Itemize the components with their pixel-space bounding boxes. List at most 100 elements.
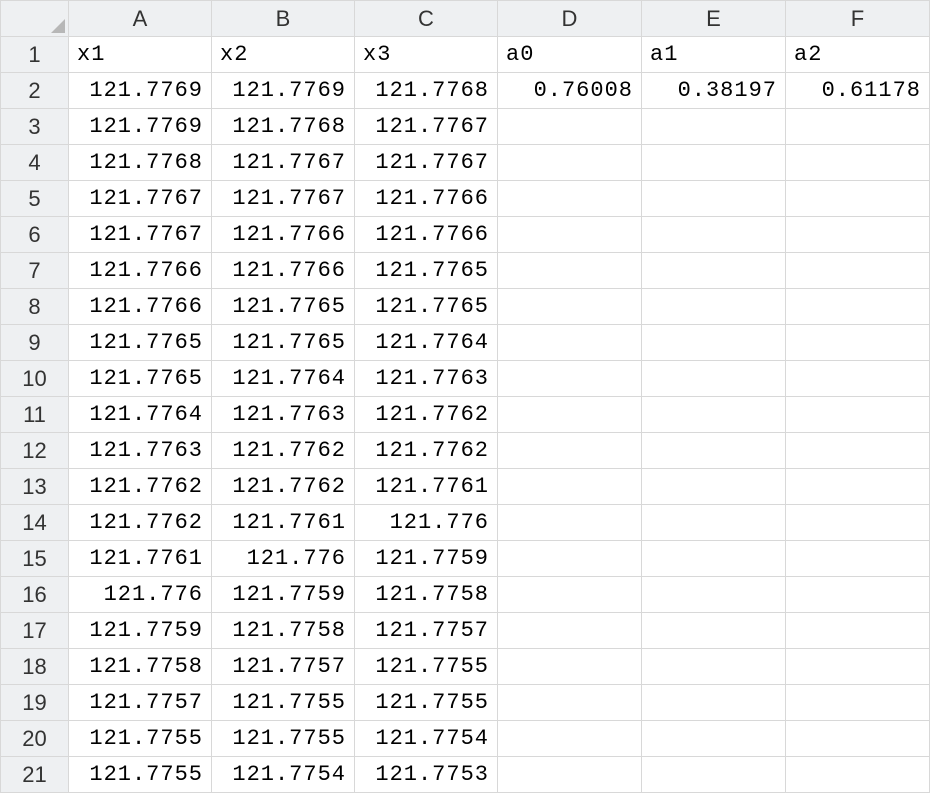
cell-D8[interactable] — [498, 289, 642, 325]
select-all-corner[interactable] — [1, 1, 69, 37]
cell-F19[interactable] — [786, 685, 930, 721]
row-header-8[interactable]: 8 — [1, 289, 69, 325]
cell-F2[interactable]: 0.61178 — [786, 73, 930, 109]
cell-F11[interactable] — [786, 397, 930, 433]
cell-E16[interactable] — [642, 577, 786, 613]
cell-A8[interactable]: 121.7766 — [69, 289, 212, 325]
cell-C10[interactable]: 121.7763 — [355, 361, 498, 397]
row-header-6[interactable]: 6 — [1, 217, 69, 253]
cell-E9[interactable] — [642, 325, 786, 361]
cell-E5[interactable] — [642, 181, 786, 217]
column-header-A[interactable]: A — [69, 1, 212, 37]
cell-D19[interactable] — [498, 685, 642, 721]
column-header-D[interactable]: D — [498, 1, 642, 37]
cell-B6[interactable]: 121.7766 — [212, 217, 355, 253]
row-header-10[interactable]: 10 — [1, 361, 69, 397]
cell-D13[interactable] — [498, 469, 642, 505]
cell-E10[interactable] — [642, 361, 786, 397]
cell-F15[interactable] — [786, 541, 930, 577]
cell-C18[interactable]: 121.7755 — [355, 649, 498, 685]
cell-B16[interactable]: 121.7759 — [212, 577, 355, 613]
cell-B10[interactable]: 121.7764 — [212, 361, 355, 397]
cell-B12[interactable]: 121.7762 — [212, 433, 355, 469]
cell-A14[interactable]: 121.7762 — [69, 505, 212, 541]
cell-D5[interactable] — [498, 181, 642, 217]
cell-F10[interactable] — [786, 361, 930, 397]
cell-E14[interactable] — [642, 505, 786, 541]
row-header-17[interactable]: 17 — [1, 613, 69, 649]
cell-E15[interactable] — [642, 541, 786, 577]
cell-A21[interactable]: 121.7755 — [69, 757, 212, 793]
cell-D17[interactable] — [498, 613, 642, 649]
row-header-19[interactable]: 19 — [1, 685, 69, 721]
cell-C20[interactable]: 121.7754 — [355, 721, 498, 757]
cell-E21[interactable] — [642, 757, 786, 793]
row-header-2[interactable]: 2 — [1, 73, 69, 109]
cell-F4[interactable] — [786, 145, 930, 181]
cell-F3[interactable] — [786, 109, 930, 145]
cell-B14[interactable]: 121.7761 — [212, 505, 355, 541]
cell-D20[interactable] — [498, 721, 642, 757]
cell-E3[interactable] — [642, 109, 786, 145]
cell-F17[interactable] — [786, 613, 930, 649]
cell-F13[interactable] — [786, 469, 930, 505]
cell-A12[interactable]: 121.7763 — [69, 433, 212, 469]
cell-F6[interactable] — [786, 217, 930, 253]
cell-F1[interactable]: a2 — [786, 37, 930, 73]
cell-C12[interactable]: 121.7762 — [355, 433, 498, 469]
cell-E12[interactable] — [642, 433, 786, 469]
cell-B5[interactable]: 121.7767 — [212, 181, 355, 217]
cell-E19[interactable] — [642, 685, 786, 721]
cell-F5[interactable] — [786, 181, 930, 217]
cell-B7[interactable]: 121.7766 — [212, 253, 355, 289]
cell-D14[interactable] — [498, 505, 642, 541]
cell-F7[interactable] — [786, 253, 930, 289]
cell-C17[interactable]: 121.7757 — [355, 613, 498, 649]
cell-B3[interactable]: 121.7768 — [212, 109, 355, 145]
column-header-C[interactable]: C — [355, 1, 498, 37]
cell-F21[interactable] — [786, 757, 930, 793]
cell-E6[interactable] — [642, 217, 786, 253]
cell-D21[interactable] — [498, 757, 642, 793]
cell-F12[interactable] — [786, 433, 930, 469]
row-header-16[interactable]: 16 — [1, 577, 69, 613]
row-header-4[interactable]: 4 — [1, 145, 69, 181]
cell-E13[interactable] — [642, 469, 786, 505]
cell-C6[interactable]: 121.7766 — [355, 217, 498, 253]
cell-E1[interactable]: a1 — [642, 37, 786, 73]
cell-C4[interactable]: 121.7767 — [355, 145, 498, 181]
cell-C2[interactable]: 121.7768 — [355, 73, 498, 109]
cell-C14[interactable]: 121.776 — [355, 505, 498, 541]
row-header-1[interactable]: 1 — [1, 37, 69, 73]
cell-F9[interactable] — [786, 325, 930, 361]
row-header-7[interactable]: 7 — [1, 253, 69, 289]
cell-D2[interactable]: 0.76008 — [498, 73, 642, 109]
cell-B18[interactable]: 121.7757 — [212, 649, 355, 685]
cell-B9[interactable]: 121.7765 — [212, 325, 355, 361]
cell-C21[interactable]: 121.7753 — [355, 757, 498, 793]
row-header-15[interactable]: 15 — [1, 541, 69, 577]
cell-C16[interactable]: 121.7758 — [355, 577, 498, 613]
cell-A15[interactable]: 121.7761 — [69, 541, 212, 577]
cell-B15[interactable]: 121.776 — [212, 541, 355, 577]
row-header-21[interactable]: 21 — [1, 757, 69, 793]
cell-A13[interactable]: 121.7762 — [69, 469, 212, 505]
cell-C1[interactable]: x3 — [355, 37, 498, 73]
cell-C5[interactable]: 121.7766 — [355, 181, 498, 217]
cell-B19[interactable]: 121.7755 — [212, 685, 355, 721]
cell-D10[interactable] — [498, 361, 642, 397]
cell-E17[interactable] — [642, 613, 786, 649]
cell-C15[interactable]: 121.7759 — [355, 541, 498, 577]
cell-A18[interactable]: 121.7758 — [69, 649, 212, 685]
cell-E2[interactable]: 0.38197 — [642, 73, 786, 109]
cell-F20[interactable] — [786, 721, 930, 757]
cell-F8[interactable] — [786, 289, 930, 325]
row-header-9[interactable]: 9 — [1, 325, 69, 361]
row-header-14[interactable]: 14 — [1, 505, 69, 541]
column-header-B[interactable]: B — [212, 1, 355, 37]
cell-C8[interactable]: 121.7765 — [355, 289, 498, 325]
cell-A10[interactable]: 121.7765 — [69, 361, 212, 397]
cell-D12[interactable] — [498, 433, 642, 469]
cell-D16[interactable] — [498, 577, 642, 613]
cell-A9[interactable]: 121.7765 — [69, 325, 212, 361]
